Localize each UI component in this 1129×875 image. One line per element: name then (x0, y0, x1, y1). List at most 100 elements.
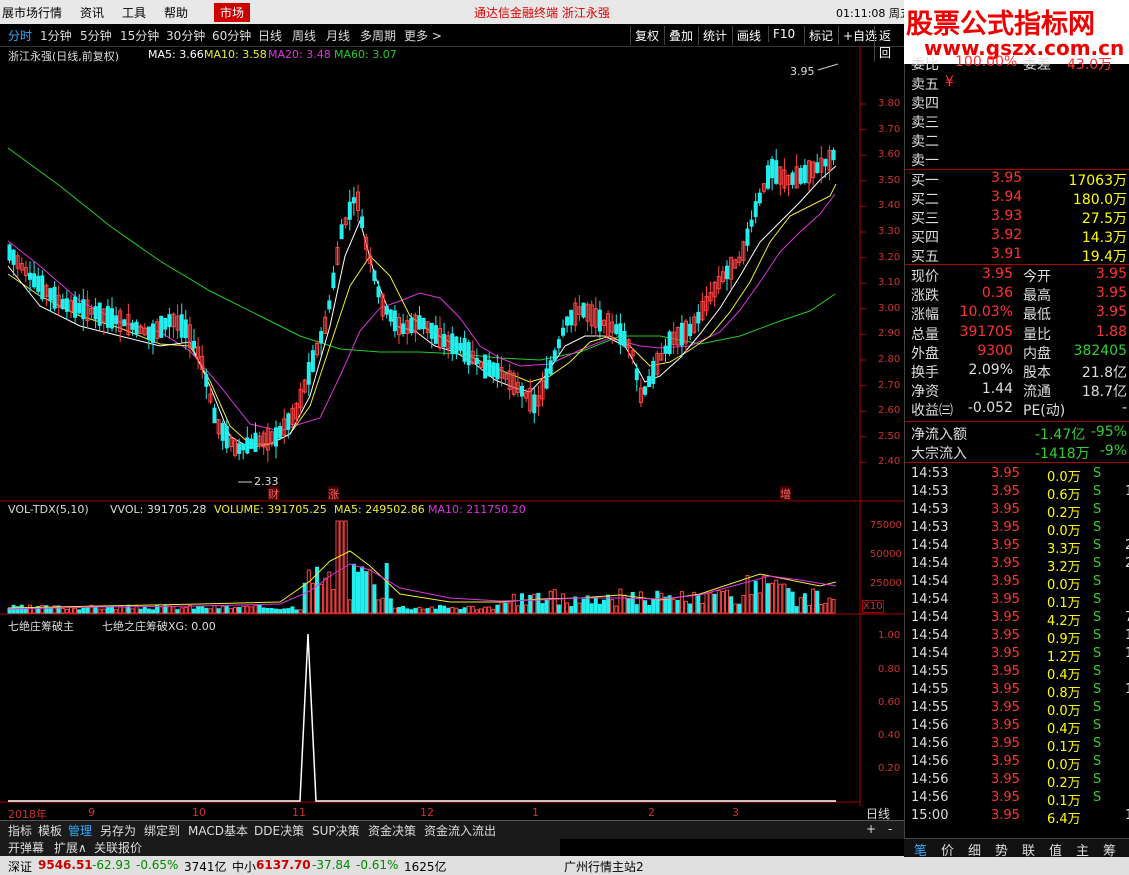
tab-dde[interactable]: DDE决策 (254, 822, 304, 839)
period-multi[interactable]: 多周期 (360, 27, 396, 44)
tab-template[interactable]: 模板 (38, 822, 62, 839)
period-15min[interactable]: 15分钟 (120, 27, 159, 44)
sell-label: 卖二 (911, 134, 939, 150)
volume-bar (323, 577, 328, 614)
period-monthly[interactable]: 月线 (326, 27, 350, 44)
toolbar-fuquan[interactable]: 复权 (630, 26, 663, 45)
sell-row[interactable]: 卖四 (911, 93, 1129, 112)
tab-fund-decision[interactable]: 资金决策 (368, 822, 416, 839)
candle-body (183, 319, 188, 339)
right-tab[interactable]: 价 (941, 840, 954, 859)
price-ytick: 2.90 (878, 328, 901, 340)
period-5min[interactable]: 5分钟 (80, 27, 112, 44)
period-30min[interactable]: 30分钟 (166, 27, 205, 44)
candle-body (97, 302, 102, 326)
period-more[interactable]: 更多 > (404, 27, 442, 44)
buy-row[interactable]: 买二 3.94 180.0万 (911, 189, 1129, 208)
tab-sup[interactable]: SUP决策 (312, 822, 360, 839)
volume-bar (827, 597, 832, 614)
period-weekly[interactable]: 周线 (292, 27, 316, 44)
volume-bar (93, 606, 98, 614)
danmaku-toggle[interactable]: 开弹幕 (8, 839, 44, 856)
period-fenshi[interactable]: 分时 (8, 27, 32, 44)
toolbar-f10[interactable]: F10 (768, 26, 799, 42)
candle-body (745, 228, 750, 246)
period-1min[interactable]: 1分钟 (40, 27, 72, 44)
volume-bar (167, 605, 172, 614)
volume-label: VOLUME: 391705.25 (214, 503, 327, 516)
server-station[interactable]: 广州行情主站2 (564, 858, 644, 875)
tick-time: 14:55 (911, 664, 949, 679)
tick-row: 15:00 3.95 6.4万 13 (911, 808, 1129, 827)
tab-fund-flow[interactable]: 资金流入流出 (424, 822, 496, 839)
sz-pct: -0.65% (136, 858, 179, 872)
sell-row[interactable]: 卖一 (911, 150, 1129, 169)
right-tab[interactable]: 联 (1022, 840, 1035, 859)
volume-bar (807, 604, 811, 614)
volume-bar (790, 591, 795, 614)
period-60min[interactable]: 60分钟 (212, 27, 251, 44)
menu-news[interactable]: 资讯 (80, 4, 104, 21)
toolbar-overlay[interactable]: 叠加 (664, 26, 697, 45)
sell-row[interactable]: 卖二 (911, 131, 1129, 150)
volume-bar (708, 592, 713, 614)
tick-time: 14:54 (911, 538, 949, 553)
buy-row[interactable]: 买五 3.91 19.4万 (911, 246, 1129, 265)
buy-row[interactable]: 买四 3.92 14.3万 (911, 227, 1129, 246)
volume-bar (454, 607, 459, 614)
candle-body (327, 300, 332, 310)
volume-bar (438, 604, 442, 614)
volume-bar (774, 579, 779, 614)
tab-macd[interactable]: MACD基本 (188, 822, 248, 839)
volume-bar (220, 605, 225, 614)
right-tab[interactable]: 势 (995, 840, 1008, 859)
tick-row: 14:55 3.95 0.0万 S (911, 700, 1129, 719)
zoom-in-button[interactable]: + (866, 822, 876, 836)
toolbar-draw[interactable]: 画线 (732, 26, 765, 45)
period-daily[interactable]: 日线 (258, 27, 282, 44)
tick-price: 3.95 (991, 808, 1020, 823)
menu-market-quotes[interactable]: 展市场行情 (2, 4, 62, 21)
tab-save-as[interactable]: 另存为 (100, 822, 136, 839)
toolbar-mark[interactable]: 标记 (804, 26, 837, 45)
tick-row: 14:53 3.95 0.2万 S (911, 502, 1129, 521)
tick-count: 1 (1125, 484, 1129, 499)
related-quotes[interactable]: 关联报价 (94, 839, 142, 856)
xtick-9: 9 (88, 806, 95, 819)
event-zeng[interactable]: 增 (780, 486, 791, 502)
tab-indicator[interactable]: 指标 (8, 822, 32, 839)
tab-manage[interactable]: 管理 (68, 822, 92, 839)
right-tab[interactable]: 笔 (914, 840, 927, 859)
right-tab[interactable]: 筹 (1103, 840, 1116, 859)
toolbar-stats[interactable]: 统计 (698, 26, 731, 45)
buy-row[interactable]: 买一 3.95 17063万 (911, 170, 1129, 189)
menu-help[interactable]: 帮助 (164, 4, 188, 21)
sell-row[interactable]: 卖三 (911, 112, 1129, 131)
candle-body (552, 350, 557, 361)
event-zhang[interactable]: 涨 (328, 486, 339, 502)
zoom-out-button[interactable]: - (888, 822, 892, 836)
tick-count: 1 (1125, 646, 1129, 661)
buy-row[interactable]: 买三 3.93 27.5万 (911, 208, 1129, 227)
sell-row[interactable]: 卖五 ¥ (911, 74, 1129, 93)
expand-toggle[interactable]: 扩展∧ (54, 839, 87, 856)
candle-body (64, 298, 69, 312)
right-tab[interactable]: 主 (1076, 840, 1089, 859)
right-tab[interactable]: 细 (968, 840, 981, 859)
volume-bar (421, 608, 426, 614)
quote-label-right: 量比 (1023, 326, 1051, 343)
candle-body (409, 318, 414, 334)
right-tab[interactable]: 值 (1049, 840, 1062, 859)
quote-label-right: 流通 (1023, 384, 1051, 401)
menu-tools[interactable]: 工具 (122, 4, 146, 21)
ind-ytick-3: 0.60 (878, 697, 901, 708)
tab-bind-to[interactable]: 绑定到 (144, 822, 180, 839)
candle-body (495, 363, 500, 380)
event-cai[interactable]: 财 (268, 486, 279, 502)
volume-bar (671, 598, 676, 614)
quote-value-right: 3.95 (1095, 266, 1127, 282)
quote-row: 涨幅 10.03% 最低 3.95 (911, 304, 1129, 323)
tick-volume: 3.2万 (1047, 560, 1081, 575)
market-button[interactable]: 市场 (214, 3, 251, 22)
chart-area[interactable] (0, 46, 904, 820)
